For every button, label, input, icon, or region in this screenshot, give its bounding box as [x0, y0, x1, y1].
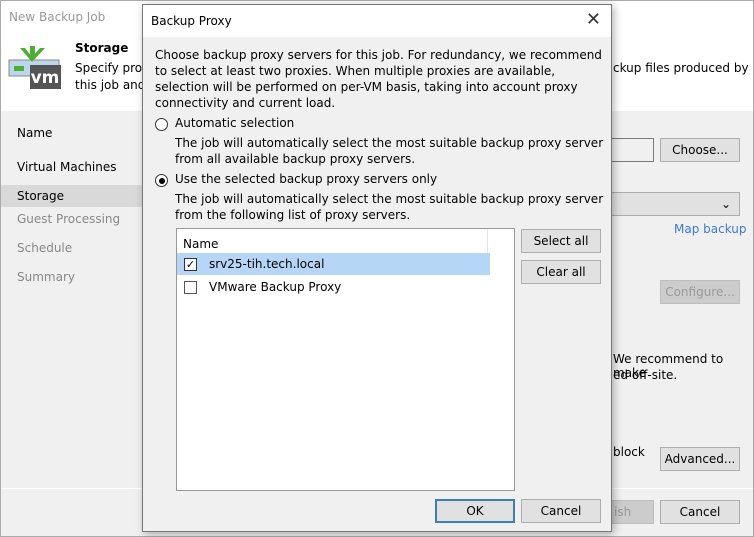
proxy-row[interactable]: ✓ srv25-tih.tech.local — [177, 253, 490, 275]
proxy-row[interactable]: VMware Backup Proxy — [177, 276, 490, 298]
selected-proxies-radio[interactable] — [155, 174, 168, 187]
proxy-checkbox[interactable]: ✓ — [184, 258, 197, 271]
proxy-name: srv25-tih.tech.local — [209, 257, 325, 271]
selected-proxies-desc: The job will automatically select the mo… — [175, 192, 604, 222]
proxy-list: Name ✓ srv25-tih.tech.local VMware Backu… — [176, 228, 515, 491]
nav-guest-processing[interactable]: Guest Processing — [1, 207, 143, 241]
wizard-nav: Name Virtual Machines Storage Guest Proc… — [1, 111, 143, 491]
map-backup-link[interactable]: Map backup — [674, 222, 747, 236]
choose-button[interactable]: Choose... — [660, 138, 740, 162]
select-all-button[interactable]: Select all — [521, 229, 601, 253]
proxy-name: VMware Backup Proxy — [209, 280, 342, 294]
dialog-cancel-button[interactable]: Cancel — [521, 499, 601, 523]
window-title: New Backup Job — [9, 10, 106, 24]
ok-button[interactable]: OK — [435, 499, 515, 523]
nav-summary[interactable]: Summary — [1, 271, 143, 309]
close-icon[interactable]: ✕ — [586, 9, 601, 31]
block-text: block — [613, 445, 645, 459]
dialog-title: Backup Proxy — [143, 5, 611, 37]
cancel-button[interactable]: Cancel — [660, 500, 740, 524]
proxy-checkbox[interactable] — [184, 281, 197, 294]
configure-button[interactable]: Configure... — [660, 280, 740, 304]
nav-name[interactable]: Name — [1, 111, 143, 145]
nav-virtual-machines[interactable]: Virtual Machines — [1, 145, 143, 179]
recommend-text-2: ed off-site. — [613, 368, 678, 382]
column-header-name[interactable]: Name — [183, 237, 218, 251]
retention-dropdown[interactable]: ⌄ — [601, 192, 740, 216]
automatic-selection-label[interactable]: Automatic selection — [175, 116, 294, 130]
selected-proxies-label[interactable]: Use the selected backup proxy servers on… — [175, 172, 437, 186]
backup-proxy-dialog: Backup Proxy ✕ Choose backup proxy serve… — [142, 4, 612, 532]
intro-text: Choose backup proxy servers for this job… — [155, 48, 602, 110]
advanced-button[interactable]: Advanced... — [660, 447, 740, 471]
clear-all-button[interactable]: Clear all — [521, 260, 601, 284]
nav-storage[interactable]: Storage — [1, 185, 143, 207]
chevron-down-icon: ⌄ — [720, 197, 731, 211]
automatic-selection-radio[interactable] — [155, 118, 168, 131]
step-desc-right: ckup files produced by — [613, 61, 749, 75]
vm-storage-icon: vm — [8, 46, 61, 89]
step-title: Storage — [75, 41, 129, 55]
column-divider — [487, 229, 488, 253]
automatic-selection-desc: The job will automatically select the mo… — [175, 136, 604, 166]
svg-text:vm: vm — [31, 68, 60, 88]
